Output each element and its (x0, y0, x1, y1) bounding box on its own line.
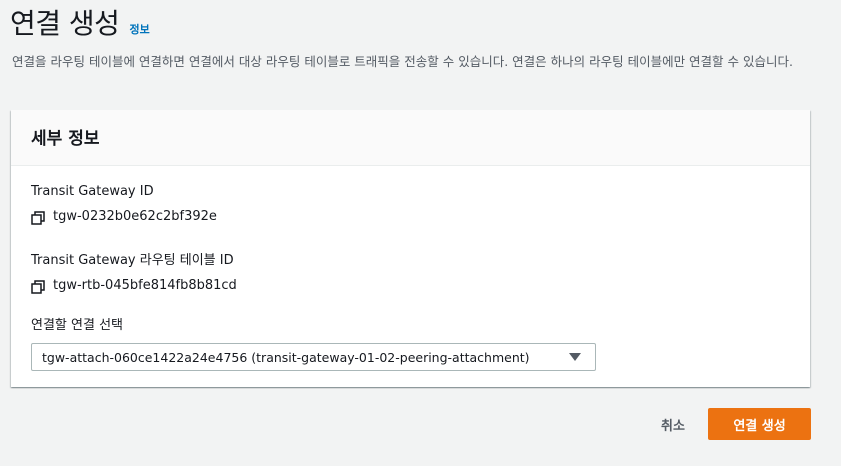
transit-gateway-id-field: Transit Gateway ID tgw-0232b0e62c2bf392e (31, 184, 217, 225)
create-association-button[interactable]: 연결 생성 (708, 408, 811, 440)
attachment-select[interactable]: tgw-attach-060ce1422a24e4756 (transit-ga… (31, 343, 596, 371)
cancel-button[interactable]: 취소 (647, 408, 699, 440)
copy-icon[interactable] (31, 210, 45, 225)
route-table-id-label: Transit Gateway 라우팅 테이블 ID (31, 253, 234, 268)
route-table-id-row: tgw-rtb-045bfe814fb8b81cd (31, 278, 237, 294)
caret-down-icon (569, 353, 581, 361)
attachment-select-value: tgw-attach-060ce1422a24e4756 (transit-ga… (42, 349, 530, 365)
transit-gateway-id-label: Transit Gateway ID (31, 184, 154, 199)
transit-gateway-id-value: tgw-0232b0e62c2bf392e (53, 209, 217, 224)
copy-icon[interactable] (31, 279, 45, 294)
attachment-select-field: 연결할 연결 선택 tgw-attach-060ce1422a24e4756 (… (31, 314, 596, 371)
create-association-page: 연결 생성 정보 연결을 라우팅 테이블에 연결하면 연결에서 대상 라우팅 테… (0, 0, 841, 466)
route-table-id-value: tgw-rtb-045bfe814fb8b81cd (53, 278, 237, 293)
details-panel: 세부 정보 Transit Gateway ID tgw-0232b0e62c2… (11, 110, 810, 387)
route-table-id-field: Transit Gateway 라우팅 테이블 ID tgw-rtb-045bf… (31, 249, 237, 294)
page-title: 연결 생성 (10, 7, 120, 40)
panel-header: 세부 정보 (11, 110, 810, 166)
info-link[interactable]: 정보 (129, 21, 149, 37)
attachment-select-label: 연결할 연결 선택 (31, 318, 123, 333)
panel-title: 세부 정보 (31, 129, 100, 149)
transit-gateway-id-row: tgw-0232b0e62c2bf392e (31, 209, 217, 225)
page-description: 연결을 라우팅 테이블에 연결하면 연결에서 대상 라우팅 테이블로 트래픽을 … (12, 54, 793, 69)
page-header: 연결 생성 정보 (10, 2, 150, 42)
